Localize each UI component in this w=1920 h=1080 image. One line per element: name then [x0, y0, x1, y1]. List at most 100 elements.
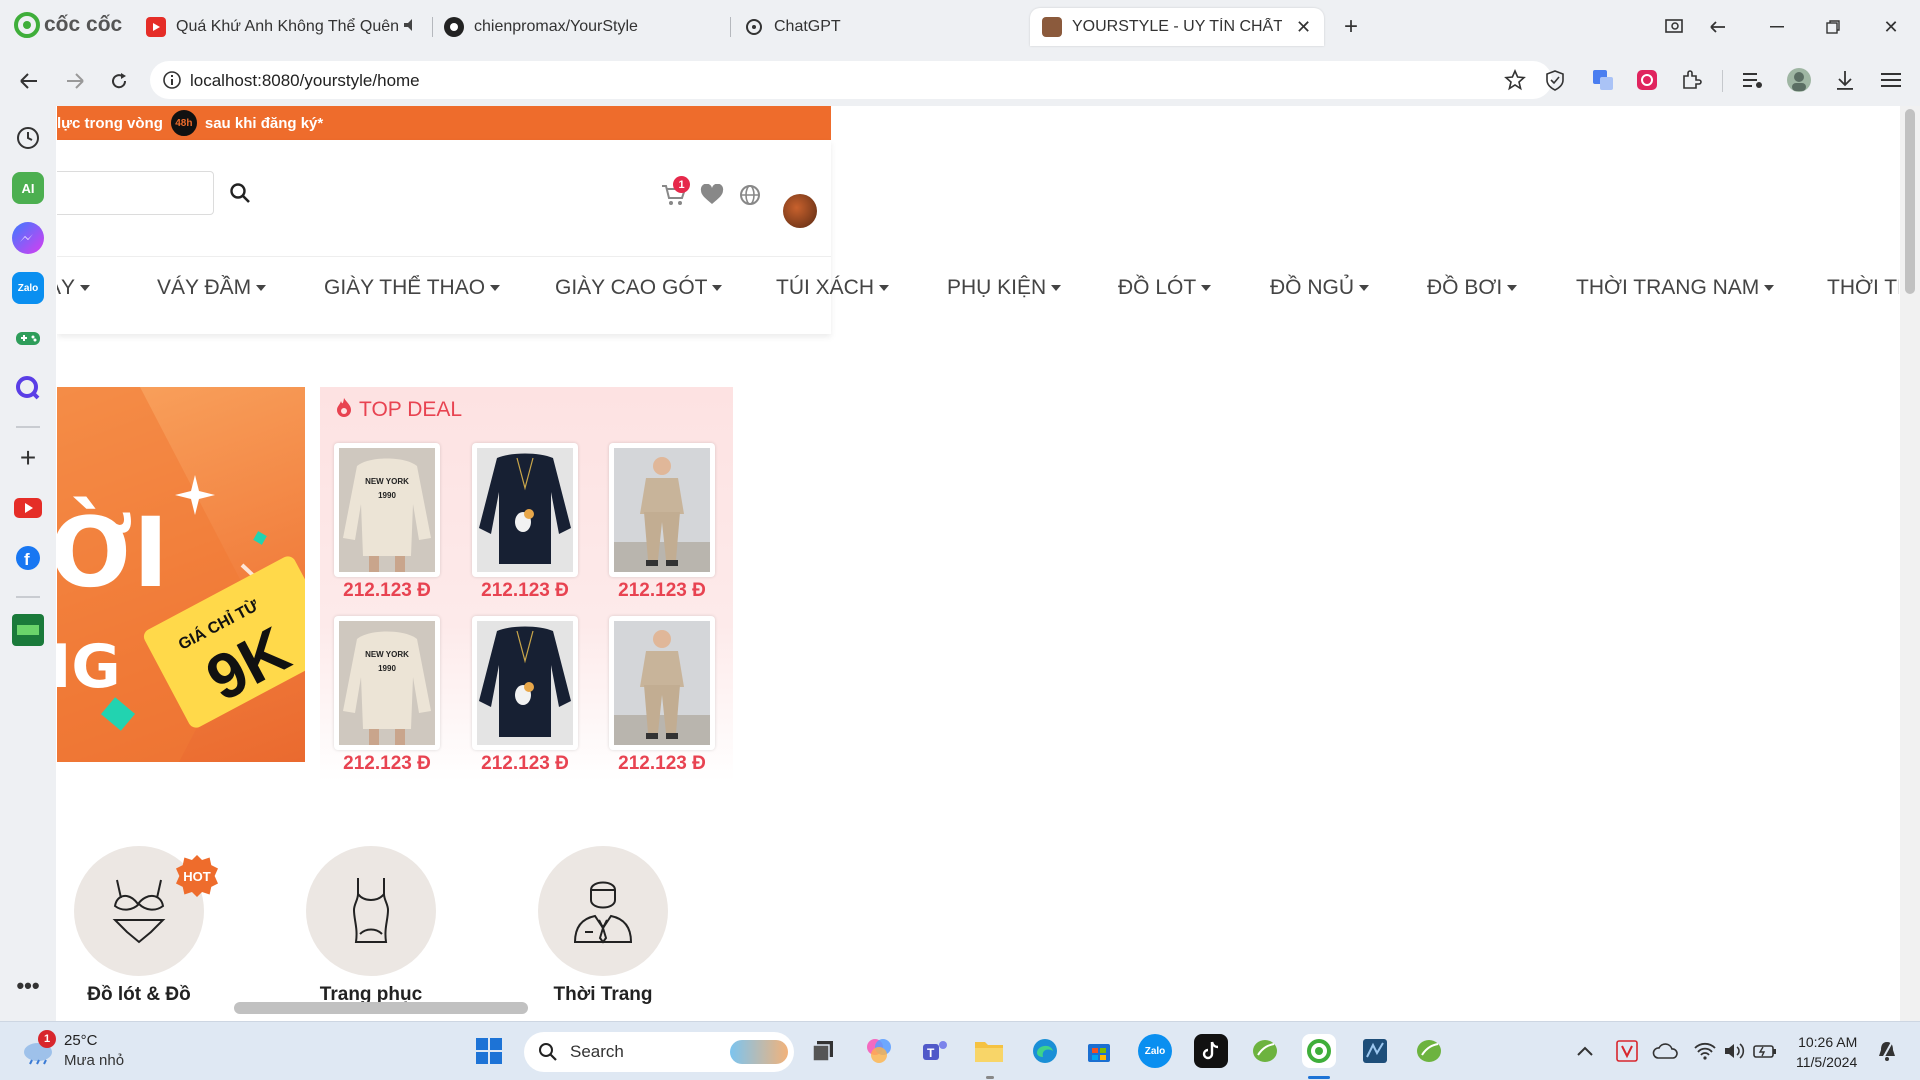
scrollbar-thumb[interactable] [1905, 109, 1915, 294]
youtube-sidebar-icon[interactable] [12, 492, 44, 524]
menu-item-thoi-trang[interactable]: THỜI TR [1827, 276, 1899, 300]
file-explorer-icon[interactable] [972, 1034, 1006, 1068]
coccoc-taskbar-icon[interactable] [1302, 1034, 1336, 1068]
show-hidden-icons-chevron[interactable] [1568, 1034, 1602, 1068]
zalo-icon[interactable]: Zalo [12, 272, 44, 304]
facebook-icon[interactable]: f [12, 542, 44, 574]
reload-icon[interactable] [104, 66, 134, 96]
menu-hamburger-icon[interactable] [1876, 65, 1906, 95]
address-bar[interactable]: localhost:8080/yourstyle/home [150, 61, 1552, 99]
top-deal-header: TOP DEAL [335, 397, 462, 423]
category-swimsuit[interactable]: Trang phục [301, 846, 441, 1006]
menu-item-tui-xach[interactable]: TÚI XÁCH [776, 276, 890, 300]
vertical-scrollbar[interactable] [1900, 106, 1920, 1021]
deal-product-card[interactable]: NEW YORK 1990 212.123 Đ [334, 616, 440, 775]
tab-youtube[interactable]: Quá Khứ Anh Không Thể Quên [146, 8, 426, 46]
mysql-workbench-icon[interactable] [1358, 1034, 1392, 1068]
microsoft-store-icon[interactable] [1082, 1034, 1116, 1068]
minimize-icon[interactable] [1764, 14, 1790, 40]
category-lingerie[interactable]: HOT Đồ lót & Đồ [69, 846, 218, 1006]
volume-icon[interactable] [1718, 1034, 1752, 1068]
restore-icon[interactable] [1820, 14, 1846, 40]
onedrive-icon[interactable] [1648, 1034, 1682, 1068]
tab-github[interactable]: chienpromax/YourStyle [444, 8, 724, 46]
tiktok-icon[interactable] [1194, 1034, 1228, 1068]
promo-bar: lực trong vòng 48h sau khi đăng ký* [57, 106, 831, 140]
forward-arrow-icon[interactable] [60, 66, 90, 96]
menu-item-giay-the-thao[interactable]: GIÀY THỂ THAO [324, 276, 501, 300]
copilot-icon[interactable] [862, 1034, 896, 1068]
sweater-print-2: 1990 [378, 664, 396, 673]
history-icon[interactable] [12, 122, 44, 154]
teams-icon[interactable]: T [918, 1034, 952, 1068]
back-arrow-icon[interactable] [14, 66, 44, 96]
deal-product-card[interactable]: NEW YORK 1990 212.123 Đ [334, 443, 440, 602]
qa-search-icon[interactable] [12, 372, 44, 404]
battery-icon[interactable] [1748, 1034, 1782, 1068]
tab-chatgpt[interactable]: ChatGPT [744, 8, 1024, 46]
task-view-icon[interactable] [806, 1034, 840, 1068]
speaker-icon[interactable] [402, 17, 418, 38]
ai-assistant-icon[interactable]: AI [12, 172, 44, 204]
promo-banner[interactable]: ỜI IG GIÁ CHỈ TỪ 9K [57, 387, 305, 762]
search-icon[interactable] [225, 178, 255, 208]
add-icon[interactable]: + [12, 442, 44, 474]
search-input[interactable] [57, 171, 214, 215]
menu-label: VÁY ĐẦM [157, 276, 252, 299]
close-window-icon[interactable]: ✕ [1878, 14, 1904, 40]
menu-item-giay-cao-got[interactable]: GIÀY CAO GÓT [555, 276, 723, 300]
windows-start-icon[interactable] [472, 1034, 506, 1068]
category-circle [538, 846, 668, 976]
site-info-icon[interactable] [162, 70, 182, 95]
deal-product-card[interactable]: 212.123 Đ [472, 616, 578, 775]
wishlist-heart-icon[interactable] [697, 180, 727, 210]
new-tab-icon[interactable]: + [1338, 13, 1364, 40]
menu-item-vay-dam[interactable]: VÁY ĐẦM [157, 276, 267, 300]
media-controls-icon[interactable] [1738, 65, 1768, 95]
scrollbar-thumb[interactable] [234, 1002, 528, 1014]
tab-yourstyle[interactable]: YOURSTYLE - UY TÍN CHẤT LƯỢNG ✕ [1030, 8, 1324, 46]
sweater-print-1: NEW YORK [365, 477, 409, 486]
close-tab-icon[interactable]: ✕ [1296, 17, 1311, 38]
language-globe-icon[interactable] [735, 180, 765, 210]
game-controller-icon[interactable] [12, 322, 44, 354]
messenger-icon[interactable] [12, 222, 44, 254]
menu-label: ÁY [57, 276, 76, 299]
savior-extension-icon[interactable] [1632, 65, 1662, 95]
product-price: 212.123 Đ [481, 753, 569, 774]
deal-product-card[interactable]: 212.123 Đ [609, 443, 715, 602]
deal-product-card[interactable]: 212.123 Đ [472, 443, 578, 602]
spring-tool-icon[interactable] [1248, 1034, 1282, 1068]
screen-search-icon[interactable] [1662, 14, 1688, 40]
back-tabs-icon[interactable] [1706, 14, 1732, 40]
more-options-icon[interactable]: ••• [12, 970, 44, 1002]
notification-bell-icon[interactable] [1870, 1034, 1904, 1068]
menu-item-do-boi[interactable]: ĐỒ BƠI [1427, 276, 1518, 300]
download-icon[interactable] [1830, 65, 1860, 95]
wifi-icon[interactable] [1688, 1034, 1722, 1068]
edge-icon[interactable] [1028, 1034, 1062, 1068]
browser-toolbar: localhost:8080/yourstyle/home [0, 54, 1920, 106]
bookmark-star-icon[interactable] [1504, 68, 1526, 96]
vpn-tray-icon[interactable] [1610, 1034, 1644, 1068]
browser-logo[interactable]: cốc cốc [14, 12, 122, 38]
zalo-taskbar-icon[interactable]: Zalo [1138, 1034, 1172, 1068]
product-price: 212.123 Đ [481, 580, 569, 601]
menu-item-do-ngu[interactable]: ĐỒ NGỦ [1270, 276, 1369, 300]
game-app-icon[interactable] [12, 614, 44, 646]
extensions-puzzle-icon[interactable] [1676, 65, 1706, 95]
spring-boot-icon[interactable] [1412, 1034, 1446, 1068]
user-avatar[interactable] [783, 194, 817, 228]
menu-item-ao[interactable]: ÁY [57, 276, 91, 300]
menu-item-thoi-trang-nam[interactable]: THỜI TRANG NAM [1576, 276, 1775, 300]
category-menswear[interactable]: Thời Trang [533, 846, 673, 1006]
menu-label: THỜI TRANG NAM [1576, 276, 1760, 299]
profile-avatar[interactable] [1784, 65, 1814, 95]
translate-icon[interactable] [1588, 65, 1618, 95]
menu-item-phu-kien[interactable]: PHỤ KIỆN [947, 276, 1062, 300]
deal-product-card[interactable]: 212.123 Đ [609, 616, 715, 775]
system-clock[interactable]: 10:26 AM 11/5/2024 [1796, 1032, 1857, 1072]
menu-item-do-lot[interactable]: ĐỒ LÓT [1118, 276, 1212, 300]
taskbar-search[interactable]: Search [524, 1032, 794, 1072]
shield-icon[interactable] [1540, 65, 1570, 95]
